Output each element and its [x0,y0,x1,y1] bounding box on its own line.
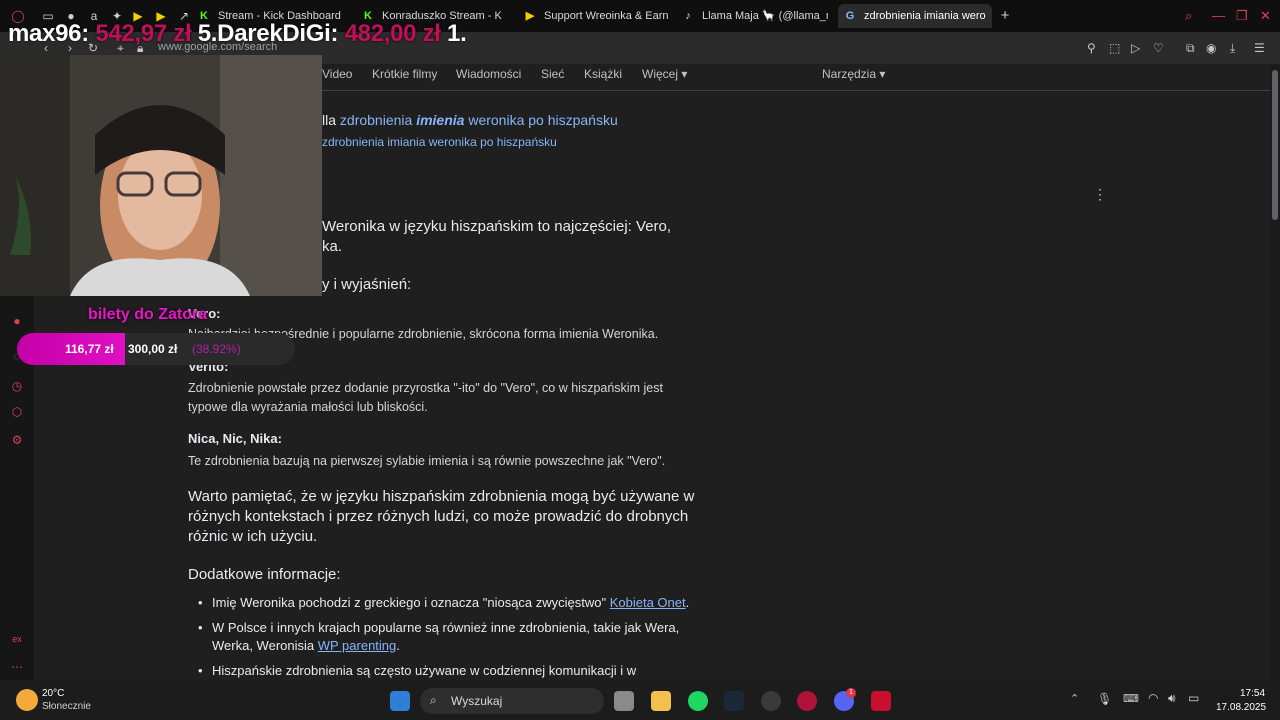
donation-goal-title: bilety do Zatora [88,306,208,323]
tab-llama-maja[interactable]: ♪ Llama Maja 🦙 (@llama_r [682,4,828,28]
sidebar-messenger-icon[interactable]: ● [9,314,25,328]
note-line-3: różnic w ich użyciu. [188,528,318,545]
screen: ◯ ▭ ● a ✦ ▶ ▶ ↗ K Stream - Kick Dashboard… [0,0,1280,720]
steam-icon[interactable] [724,691,744,711]
ai-overview-menu-icon[interactable]: ⋮ [1093,186,1107,203]
vivaldi-taskbar-icon[interactable] [871,691,891,711]
new-tab-button[interactable]: + [997,8,1013,24]
maximize-button[interactable]: ❐ [1236,8,1248,24]
nav-video[interactable]: Video [322,67,352,81]
snapshot-icon[interactable]: ⬚ [1109,41,1120,55]
bullet-everyday: Hiszpańskie zdrobnienia są często używan… [212,663,637,678]
nav-more[interactable]: Więcej ▾ [642,67,687,81]
extensions-icon[interactable]: ⧉ [1186,41,1195,56]
answer-intro: Weronika w języku hiszpańskim to najczęś… [322,218,672,235]
donation-goal-target: 300,00 zł [128,342,178,356]
tab-google-search-active[interactable]: Gzdrobnienia imiania wero [838,4,992,28]
nav-short-videos[interactable]: Krótkie filmy [372,67,437,81]
player-icon[interactable]: ▷ [1131,41,1140,55]
answer-intro-cont: ka. [322,238,343,255]
bullet-poland: W Polsce i innych krajach popularne są r… [212,620,680,635]
webcam-feed [0,55,322,296]
weather-temp[interactable]: 20°C [42,688,64,699]
volume-icon[interactable]: 🔊︎ [1168,691,1176,706]
taskbar-search[interactable]: ⌕ Wyszukaj [420,688,604,714]
keyboard-icon[interactable]: ⌨ [1123,692,1139,705]
original-query-link[interactable]: zdrobnienia imiania weronika po hiszpańs… [322,135,557,149]
nav-books[interactable]: Książki [584,67,622,81]
heart-icon[interactable]: ♡ [1153,41,1164,55]
sidebar-extensions-icon[interactable]: ⬡ [9,405,25,419]
term-nica: Nica, Nic, Nika: [188,431,282,446]
webcam-overlay [0,55,322,296]
search-icon: ⌕ [430,693,437,707]
nav-news[interactable]: Wiadomości [456,67,521,81]
weather-desc[interactable]: Słonecznie [42,701,91,712]
tab-support-wreoinka[interactable]: ▶ Support Wreoinka & Earn [524,4,670,28]
tools-dropdown[interactable]: Narzędzia ▾ [822,67,885,81]
battery-icon[interactable]: ▭ [1188,691,1199,705]
note-line-1: Warto pamiętać, że w języku hiszpańskim … [188,488,695,505]
bullet-dot: • [198,663,203,678]
top-donors-ticker: max96: 542,97 zł 5.DarekDiGi: 482,00 zł … [8,20,467,47]
nav-divider [322,90,1270,91]
corrected-query-link[interactable]: zdrobnienia imienia weronika po hiszpańs… [340,112,618,128]
weather-icon[interactable] [16,689,38,711]
desc-verito: Zdrobnienie powstałe przez dodanie przyr… [188,381,663,395]
sidebar-history-icon[interactable]: ◷ [9,379,25,393]
play-icon: ▶ [525,10,535,22]
desc-nica: Te zdrobnienia bazują na pierwszej sylab… [188,454,666,468]
pin-icon[interactable]: ⚲ [1087,41,1096,55]
obs-icon[interactable] [761,691,781,711]
sidebar-more-icon[interactable]: ⋯ [9,660,25,674]
nav-web[interactable]: Sieć [541,67,564,81]
tiktok-icon: ♪ [685,10,691,22]
profile-icon[interactable]: ◉ [1206,41,1216,55]
discord-notification-badge: 1 [846,688,856,698]
windows-taskbar: 20°C Słonecznie 1 ⌃ 🎙︎ ⌨ ◠ 🔊︎ ▭ 17:54 17… [0,680,1280,720]
sidebar-settings-icon[interactable]: ⚙ [9,433,25,447]
donation-goal-current: 116,77 zł [65,342,114,356]
task-view-icon[interactable] [614,691,634,711]
taskbar-search-placeholder: Wyszukaj [451,694,503,708]
minimize-button[interactable]: — [1212,8,1225,23]
extra-info-heading: Dodatkowe informacje: [188,566,341,583]
opera-gx-taskbar-icon[interactable] [797,691,817,711]
source-link-kobieta-onet[interactable]: Kobieta Onet [610,595,686,610]
download-icon[interactable]: ⤓ [1230,41,1235,56]
google-icon: G [845,10,855,22]
bullet-poland-cont: Werka, Weronisia WP parenting. [212,638,400,653]
donor-amount: 482,00 zł [344,20,441,47]
tray-overflow-icon[interactable]: ⌃ [1070,692,1079,705]
scrollbar-thumb[interactable] [1272,70,1278,220]
clock-time[interactable]: 17:54 [1240,688,1265,699]
donor-name: max96 [8,20,82,47]
answer-subhead: y i wyjaśnień: [322,276,412,293]
file-explorer-icon[interactable] [651,691,671,711]
source-link-wp-parenting[interactable]: WP parenting [318,638,397,653]
desc-verito-cont: typowe dla wyrażania małości lub bliskoś… [188,400,428,414]
sidebar-label: ex [12,634,22,644]
spelling-correction: lla zdrobnienia imienia weronika po hisz… [322,112,618,128]
clock-date[interactable]: 17.08.2025 [1216,702,1266,713]
bullet-origin: Imię Weronika pochodzi z greckiego i ozn… [212,595,690,610]
close-window-button[interactable]: ✕ [1260,8,1271,24]
donation-goal-percent: (38.92%) [192,342,241,356]
donation-goal-bar: 116,77 zł 300,00 zł (38.92%) [17,333,295,365]
bullet-dot: • [198,620,203,635]
bullet-dot: • [198,595,203,610]
note-line-2: różnych kontekstach i przez różnych ludz… [188,508,689,525]
search-tabs-icon[interactable]: ⌕ [1185,8,1192,24]
microphone-icon[interactable]: 🎙︎ [1097,692,1112,706]
wifi-icon[interactable]: ◠ [1148,691,1158,705]
donor-rank: 1. [447,20,467,47]
menu-icon[interactable]: ☰ [1254,41,1265,55]
donor-amount: 542,97 zł [95,20,192,47]
spotify-icon[interactable] [688,691,708,711]
donor-name: DarekDiGi [217,20,331,47]
start-button[interactable] [390,691,410,711]
donor-rank: 5. [197,20,218,47]
